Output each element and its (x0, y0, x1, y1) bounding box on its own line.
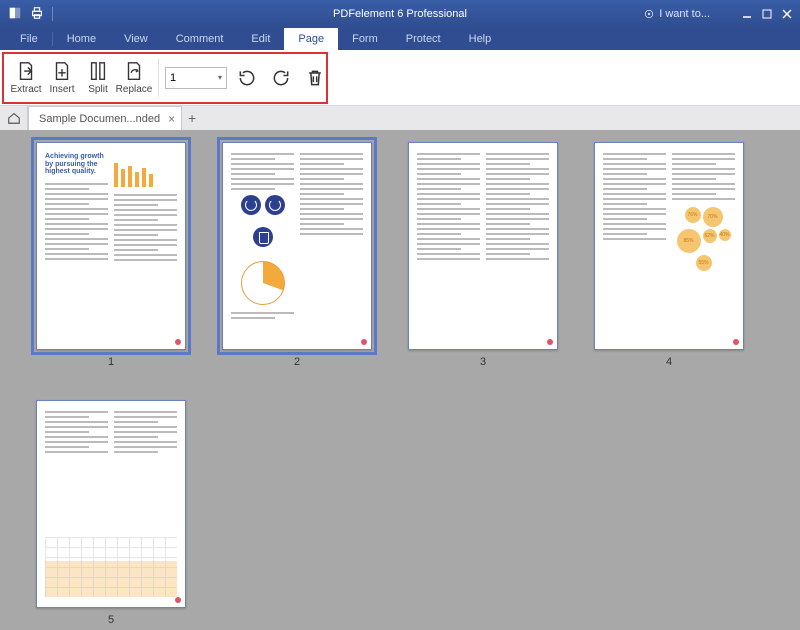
page-thumb-4[interactable]: 76% 70% 85% 62% 40% 55% 4 (594, 142, 744, 368)
page-thumb-2[interactable]: 2 (222, 142, 372, 368)
close-tab-icon[interactable]: × (168, 112, 175, 126)
document-tabstrip: Sample Documen...nded × + (0, 106, 800, 130)
extract-button[interactable]: Extract (8, 60, 44, 95)
menu-help[interactable]: Help (455, 28, 506, 50)
page-thumb-5[interactable]: 5 (36, 400, 186, 626)
titlebar-sep (52, 7, 53, 21)
i-want-to[interactable]: I want to... (643, 8, 710, 20)
menu-view[interactable]: View (110, 28, 162, 50)
page-label: 4 (666, 356, 672, 368)
menu-protect[interactable]: Protect (392, 28, 455, 50)
page-thumbnail-area: Achieving growth by pursuing the highest… (0, 130, 800, 630)
minimize-button[interactable] (740, 7, 754, 21)
menu-comment[interactable]: Comment (162, 28, 238, 50)
maximize-button[interactable] (760, 7, 774, 21)
menu-home[interactable]: Home (53, 28, 110, 50)
page-label: 3 (480, 356, 486, 368)
menu-edit[interactable]: Edit (237, 28, 284, 50)
app-icon (8, 6, 22, 23)
page-label: 5 (108, 614, 114, 626)
menu-page[interactable]: Page (284, 28, 338, 50)
home-tab-icon[interactable] (0, 106, 28, 130)
insert-button[interactable]: Insert (44, 60, 80, 95)
chevron-down-icon: ▾ (218, 73, 222, 82)
delete-page-button[interactable] (301, 64, 329, 92)
menubar: File Home View Comment Edit Page Form Pr… (0, 28, 800, 50)
print-icon[interactable] (30, 6, 44, 23)
titlebar: PDFelement 6 Professional I want to... (0, 0, 800, 28)
document-tab-label: Sample Documen...nded (39, 113, 160, 125)
menu-file[interactable]: File (6, 28, 52, 50)
page-label: 2 (294, 356, 300, 368)
page-selector[interactable]: 1 ▾ (165, 67, 227, 89)
rotate-ccw-button[interactable] (233, 64, 261, 92)
split-button[interactable]: Split (80, 60, 116, 95)
menu-form[interactable]: Form (338, 28, 392, 50)
app-title: PDFelement 6 Professional (333, 8, 467, 20)
close-button[interactable] (780, 7, 794, 21)
document-tab[interactable]: Sample Documen...nded × (28, 106, 182, 130)
page-label: 1 (108, 356, 114, 368)
add-tab-button[interactable]: + (182, 110, 202, 126)
rotate-cw-button[interactable] (267, 64, 295, 92)
page-toolbar: Extract Insert Split Replace 1 ▾ (0, 50, 800, 106)
page-thumb-3[interactable]: 3 (408, 142, 558, 368)
replace-button[interactable]: Replace (116, 60, 152, 95)
page-thumb-1[interactable]: Achieving growth by pursuing the highest… (36, 142, 186, 368)
